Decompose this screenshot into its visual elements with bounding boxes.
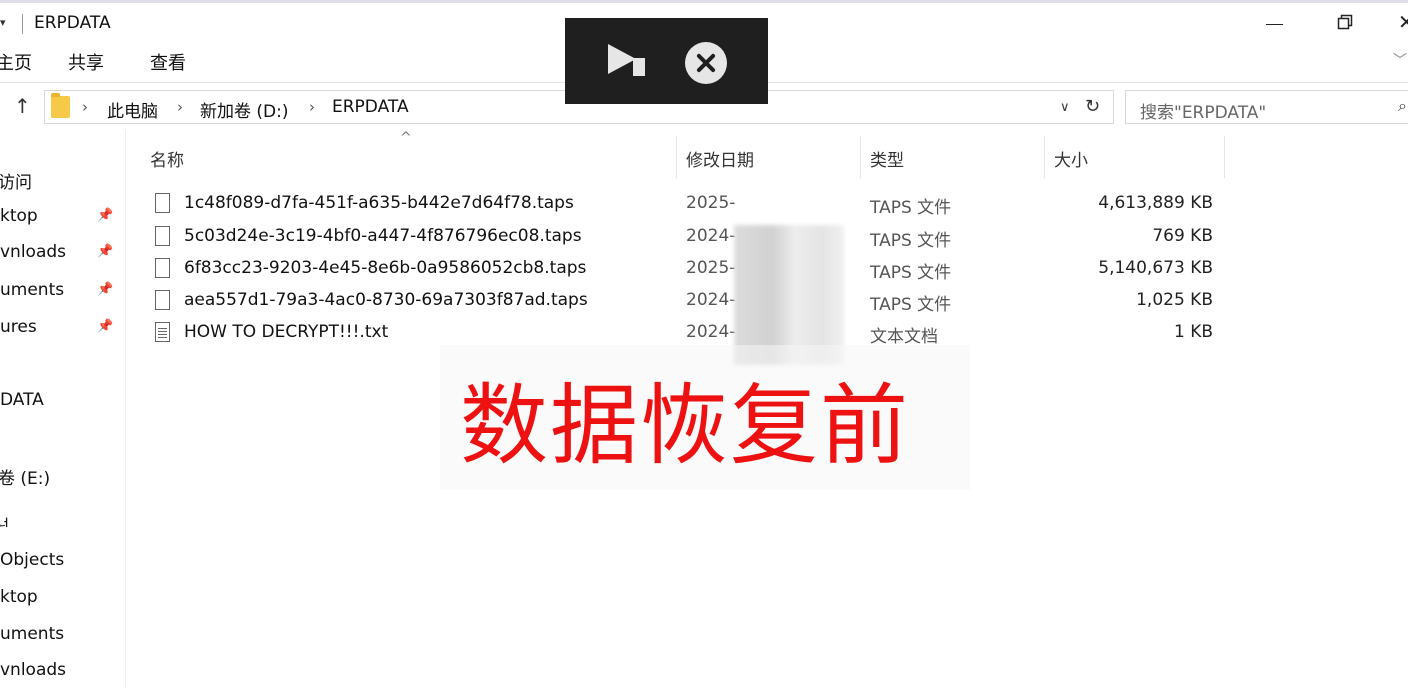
- file-modified: 2024-: [686, 290, 736, 310]
- pin-icon: 📌: [97, 319, 114, 334]
- close-circle-icon[interactable]: [685, 42, 727, 84]
- file-size: 1 KB: [1173, 322, 1213, 342]
- text-file-icon: [155, 322, 170, 342]
- quick-access-dropdown[interactable]: ▾: [0, 16, 6, 29]
- folder-icon: [51, 93, 70, 118]
- file-name[interactable]: 6f83cc23-9203-4e45-8e6b-0a9586052cb8.tap…: [184, 258, 586, 278]
- media-overlay-toolbar: [565, 18, 768, 104]
- column-header-name[interactable]: 名称: [150, 146, 184, 171]
- window-top-border: [0, 0, 1408, 3]
- file-icon: [155, 258, 170, 278]
- breadcrumb-erpdata[interactable]: ERPDATA: [332, 97, 409, 117]
- nav-item-3d-objects[interactable]: Objects: [0, 550, 64, 570]
- nav-item-desktop-pc[interactable]: ktop: [0, 587, 38, 607]
- file-modified: 2024-: [686, 322, 736, 342]
- play-skip-icon-bar: [633, 58, 645, 76]
- file-type: TAPS 文件: [870, 263, 952, 283]
- file-size: 4,613,889 KB: [1098, 193, 1213, 213]
- restore-button[interactable]: [1337, 14, 1353, 30]
- search-icon[interactable]: ⌕: [1398, 96, 1407, 116]
- file-icon: [155, 193, 170, 213]
- file-name[interactable]: 1c48f089-d7fa-451f-a635-b442e7d64f78.tap…: [184, 193, 574, 213]
- file-type: TAPS 文件: [870, 231, 952, 251]
- window-title: ERPDATA: [34, 13, 111, 33]
- nav-item-this-pc[interactable]: ᅿ: [0, 512, 10, 537]
- nav-item-downloads-pc[interactable]: vnloads: [0, 660, 66, 680]
- file-icon: [155, 290, 170, 310]
- tab-view[interactable]: 查看: [150, 49, 186, 75]
- pin-icon: 📌: [97, 282, 114, 297]
- address-dropdown-chevron-icon[interactable]: ∨: [1060, 100, 1070, 115]
- breadcrumb-this-pc[interactable]: 此电脑: [107, 97, 158, 122]
- pin-icon: 📌: [97, 208, 114, 223]
- nav-item-quick-access[interactable]: 访问: [0, 168, 32, 193]
- column-divider[interactable]: [1224, 136, 1225, 178]
- chevron-right-icon[interactable]: ›: [177, 98, 183, 116]
- column-divider[interactable]: [860, 136, 861, 178]
- redaction-blur: [734, 225, 844, 365]
- file-modified: 2024-: [686, 226, 736, 246]
- column-header-size[interactable]: 大小: [1054, 146, 1088, 171]
- nav-item-downloads[interactable]: vnloads: [0, 242, 66, 262]
- file-type: TAPS 文件: [870, 198, 952, 218]
- file-modified: 2025-: [686, 193, 736, 213]
- ribbon-expand-chevron-icon[interactable]: ﹀: [1393, 50, 1407, 70]
- up-arrow-icon[interactable]: ↑: [14, 94, 31, 118]
- pin-icon: 📌: [97, 244, 114, 259]
- breadcrumb-drive-d[interactable]: 新加卷 (D:): [200, 97, 289, 122]
- column-divider[interactable]: [1044, 136, 1045, 178]
- file-type: 文本文档: [870, 327, 938, 347]
- nav-item-desktop[interactable]: ktop: [0, 206, 38, 226]
- file-modified: 2025-: [686, 258, 736, 278]
- file-name[interactable]: HOW TO DECRYPT!!!.txt: [184, 322, 388, 342]
- refresh-icon[interactable]: ↻: [1085, 96, 1100, 117]
- file-name[interactable]: aea557d1-79a3-4ac0-8730-69a7303f87ad.tap…: [184, 290, 588, 310]
- file-size: 5,140,673 KB: [1098, 258, 1213, 278]
- watermark-text: 数据恢复前: [460, 374, 911, 477]
- nav-item-documents[interactable]: uments: [0, 280, 64, 300]
- play-skip-icon[interactable]: [608, 44, 636, 74]
- tab-home[interactable]: 主页: [0, 49, 32, 75]
- column-header-modified[interactable]: 修改日期: [686, 146, 754, 171]
- close-window-button[interactable]: ✕: [1398, 10, 1408, 34]
- tab-share[interactable]: 共享: [68, 49, 104, 75]
- minimize-button[interactable]: [1266, 24, 1283, 25]
- sort-ascending-icon: ^: [400, 130, 412, 146]
- chevron-right-icon[interactable]: ›: [82, 98, 88, 116]
- title-separator: [22, 14, 23, 34]
- chevron-right-icon[interactable]: ›: [309, 98, 315, 116]
- nav-item-drive-e[interactable]: 卷 (E:): [0, 464, 50, 489]
- file-size: 1,025 KB: [1136, 290, 1213, 310]
- column-header-type[interactable]: 类型: [870, 146, 904, 171]
- file-size: 769 KB: [1152, 226, 1213, 246]
- search-placeholder: 搜索"ERPDATA": [1140, 103, 1267, 123]
- file-icon: [155, 226, 170, 246]
- nav-item-documents-pc[interactable]: uments: [0, 624, 64, 644]
- nav-item-erpdata[interactable]: DATA: [0, 390, 44, 410]
- file-name[interactable]: 5c03d24e-3c19-4bf0-a447-4f876796ec08.tap…: [184, 226, 582, 246]
- column-divider[interactable]: [676, 136, 677, 178]
- file-type: TAPS 文件: [870, 295, 952, 315]
- nav-item-pictures[interactable]: ures: [0, 317, 37, 337]
